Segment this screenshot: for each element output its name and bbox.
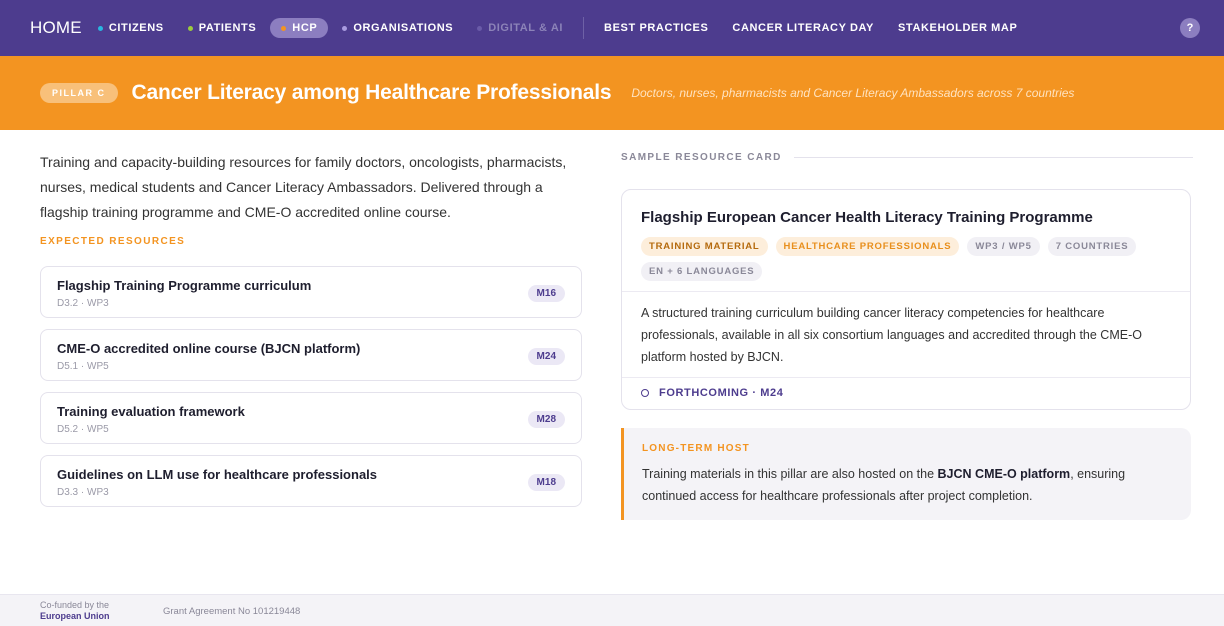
nav-item-citizens[interactable]: CITIZENS [97, 22, 164, 34]
card-divider [622, 377, 1190, 378]
tag-work-packages: WP3 / WP5 [967, 237, 1040, 256]
tag-countries: 7 COUNTRIES [1047, 237, 1137, 256]
pillar-banner: PILLAR C Cancer Literacy among Healthcar… [0, 56, 1224, 130]
milestone-badge: M28 [527, 411, 565, 428]
long-term-host-callout: LONG-TERM HOST Training materials in thi… [621, 428, 1191, 520]
nav-item-label: ORGANISATIONS [353, 22, 454, 34]
patients-dot-icon [187, 25, 193, 31]
sample-resource-heading: SAMPLE RESOURCE CARD [621, 152, 1193, 163]
organisations-dot-icon [342, 25, 348, 31]
nav-item-digital-ai[interactable]: DIGITAL & AI [477, 22, 563, 34]
status-circle-icon [641, 389, 649, 397]
nav-divider [583, 17, 585, 39]
resource-meta: D3.2 · WP3 [57, 298, 109, 309]
pillar-badge: PILLAR C [40, 83, 118, 103]
page-title: Cancer Literacy among Healthcare Profess… [131, 81, 612, 104]
resource-item[interactable]: Flagship Training Programme curriculum D… [40, 266, 582, 318]
resource-meta: D5.1 · WP5 [57, 361, 109, 372]
nav-item-label: CITIZENS [108, 22, 164, 34]
tag-languages: EN + 6 LANGUAGES [641, 262, 763, 281]
help-icon[interactable]: ? [1180, 18, 1200, 38]
tag-healthcare-professionals: HEALTHCARE PROFESSIONALS [775, 237, 960, 256]
nav-home-link[interactable]: HOME [30, 18, 82, 38]
card-title: Flagship European Cancer Health Literacy… [641, 209, 1093, 226]
nav-item-label: PATIENTS [198, 22, 257, 34]
top-nav: HOME CITIZENS PATIENTS HCP ORGANISATIONS… [0, 0, 1224, 56]
nav-link-best-practices[interactable]: BEST PRACTICES [604, 22, 708, 34]
sample-resource-label: SAMPLE RESOURCE CARD [621, 152, 782, 163]
footer: Co-funded by the European Union Grant Ag… [0, 594, 1224, 626]
status-label: FORTHCOMING · M24 [659, 387, 784, 399]
card-divider [622, 291, 1190, 292]
resource-item[interactable]: Training evaluation framework D5.2 · WP5… [40, 392, 582, 444]
sample-resource-card[interactable]: Flagship European Cancer Health Literacy… [621, 189, 1191, 410]
eu-cofunding: Co-funded by the European Union [40, 600, 110, 622]
card-description: A structured training curriculum buildin… [641, 306, 1142, 364]
digital-ai-dot-icon [477, 25, 483, 31]
eu-name: European Union [40, 611, 110, 621]
intro-text: Training and capacity-building resources… [40, 154, 567, 220]
nav-link-cancer-literacy-day[interactable]: CANCER LITERACY DAY [732, 22, 874, 34]
resource-title: Flagship Training Programme curriculum [57, 278, 312, 293]
cofunded-line: Co-funded by the [40, 600, 110, 610]
grant-agreement: Grant Agreement No 101219448 [163, 606, 301, 617]
card-tags: TRAINING MATERIAL HEALTHCARE PROFESSIONA… [641, 237, 1181, 281]
resource-title: Guidelines on LLM use for healthcare pro… [57, 467, 378, 482]
expected-resources-heading: EXPECTED RESOURCES [40, 236, 186, 247]
callout-label: LONG-TERM HOST [642, 443, 750, 454]
page-subtitle: Doctors, nurses, pharmacists and Cancer … [631, 86, 1075, 100]
nav-link-stakeholder-map[interactable]: STAKEHOLDER MAP [898, 22, 1017, 34]
tag-training-material: TRAINING MATERIAL [641, 237, 768, 256]
nav-item-label: DIGITAL & AI [488, 22, 564, 34]
resource-item[interactable]: Guidelines on LLM use for healthcare pro… [40, 455, 582, 507]
resource-item[interactable]: CME-O accredited online course (BJCN pla… [40, 329, 582, 381]
nav-item-organisations[interactable]: ORGANISATIONS [342, 22, 453, 34]
resource-title: CME-O accredited online course (BJCN pla… [57, 341, 361, 356]
nav-item-hcp[interactable]: HCP [270, 18, 329, 38]
card-status: FORTHCOMING · M24 [641, 387, 783, 399]
hcp-dot-icon [281, 25, 287, 31]
milestone-badge: M16 [527, 285, 565, 302]
resource-title: Training evaluation framework [57, 404, 245, 419]
resource-meta: D5.2 · WP5 [57, 424, 109, 435]
milestone-badge: M18 [527, 474, 565, 491]
callout-text-start: Training materials in this pillar are al… [642, 467, 938, 481]
resource-meta: D3.3 · WP3 [57, 487, 109, 498]
citizens-dot-icon [97, 25, 103, 31]
nav-item-patients[interactable]: PATIENTS [187, 22, 257, 34]
callout-text: Training materials in this pillar are al… [642, 463, 1182, 507]
callout-platform-name: BJCN CME-O platform [937, 467, 1071, 481]
heading-rule [793, 157, 1193, 158]
milestone-badge: M24 [527, 348, 565, 365]
nav-item-label: HCP [292, 22, 318, 34]
